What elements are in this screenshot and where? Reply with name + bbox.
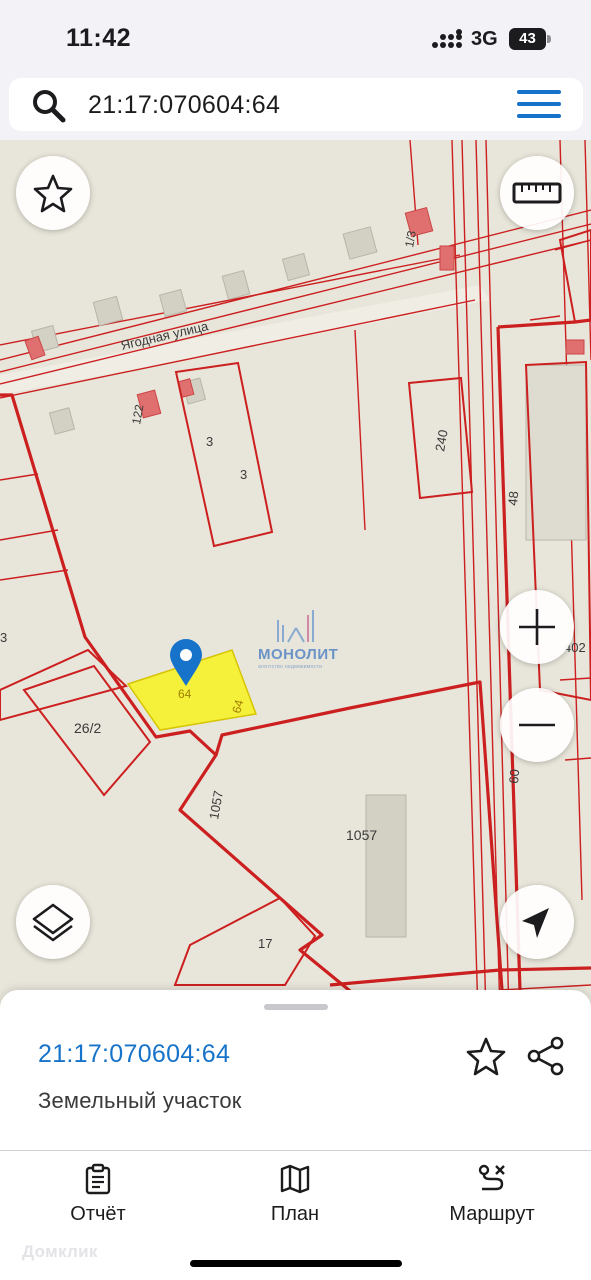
cadastral-map[interactable]: Ягодная улица 122 3 3 240 48 402 3 26/2 … (0, 140, 591, 1015)
tab-plan[interactable]: План (215, 1163, 375, 1233)
map-canvas[interactable]: Ягодная улица 122 3 3 240 48 402 3 26/2 … (0, 140, 591, 1015)
zoom-out-button[interactable] (500, 688, 574, 762)
minus-icon (519, 723, 555, 727)
plus-icon (519, 609, 555, 645)
brand-watermark: Домклик (22, 1242, 98, 1261)
map-plan-icon (280, 1164, 310, 1194)
star-icon (33, 174, 73, 213)
watermark-subtitle: агентство недвижимости (258, 664, 323, 670)
tab-route[interactable]: Маршрут (412, 1163, 572, 1233)
watermark-title: МОНОЛИТ (258, 646, 339, 663)
parcel-label: 3 (206, 434, 213, 449)
parcel-label: 240 (432, 429, 451, 453)
home-indicator[interactable] (190, 1260, 402, 1267)
tab-label: Отчёт (70, 1203, 126, 1225)
cadastral-number[interactable]: 21:17:070604:64 (38, 1040, 230, 1069)
parcel-label: 64 (178, 687, 192, 701)
search-icon (33, 90, 66, 123)
my-location-button[interactable] (500, 885, 574, 959)
layers-icon (32, 903, 74, 942)
navigation-arrow-icon (522, 908, 549, 938)
favorite-map-button[interactable] (16, 156, 90, 230)
share-icon[interactable] (526, 1036, 566, 1076)
tab-report[interactable]: Отчёт (18, 1163, 178, 1233)
tab-label: Маршрут (449, 1203, 535, 1225)
search-bar[interactable]: 21:17:070604:64 (9, 78, 583, 131)
parcel-info-sheet[interactable]: 21:17:070604:64 Земельный участок (0, 990, 591, 1150)
parcel-label: 1057 (346, 827, 377, 843)
search-input[interactable]: 21:17:070604:64 (88, 91, 280, 120)
status-time: 11:42 (66, 24, 132, 52)
route-icon (478, 1164, 505, 1191)
network-type: 3G (471, 28, 498, 50)
menu-icon[interactable] (517, 90, 561, 120)
parcel-label: 48 (505, 491, 521, 507)
signal-icon (432, 29, 462, 48)
sheet-grabber[interactable] (264, 1004, 328, 1010)
battery-level: 43 (519, 30, 536, 47)
parcel-label: 60 (506, 769, 522, 785)
status-bar: 11:42 3G 43 (0, 0, 591, 78)
parcel-label: 122 (129, 403, 146, 425)
ruler-icon (512, 182, 562, 204)
zoom-in-button[interactable] (500, 590, 574, 664)
parcel-label: 3 (240, 467, 247, 482)
tab-label: План (270, 1203, 320, 1225)
battery-icon: 43 (509, 28, 551, 50)
parcel-label: 3 (0, 630, 7, 645)
favorite-star-icon[interactable] (466, 1036, 506, 1076)
parcel-label: 1057 (206, 789, 226, 820)
object-type: Земельный участок (38, 1088, 242, 1113)
report-icon (85, 1163, 111, 1195)
parcel-label: 1/3 (402, 229, 419, 248)
watermark-logo (277, 610, 314, 643)
parcel-label: 26/2 (74, 720, 101, 736)
parcel-label: 17 (258, 936, 272, 951)
ruler-button[interactable] (500, 156, 574, 230)
layers-button[interactable] (16, 885, 90, 959)
